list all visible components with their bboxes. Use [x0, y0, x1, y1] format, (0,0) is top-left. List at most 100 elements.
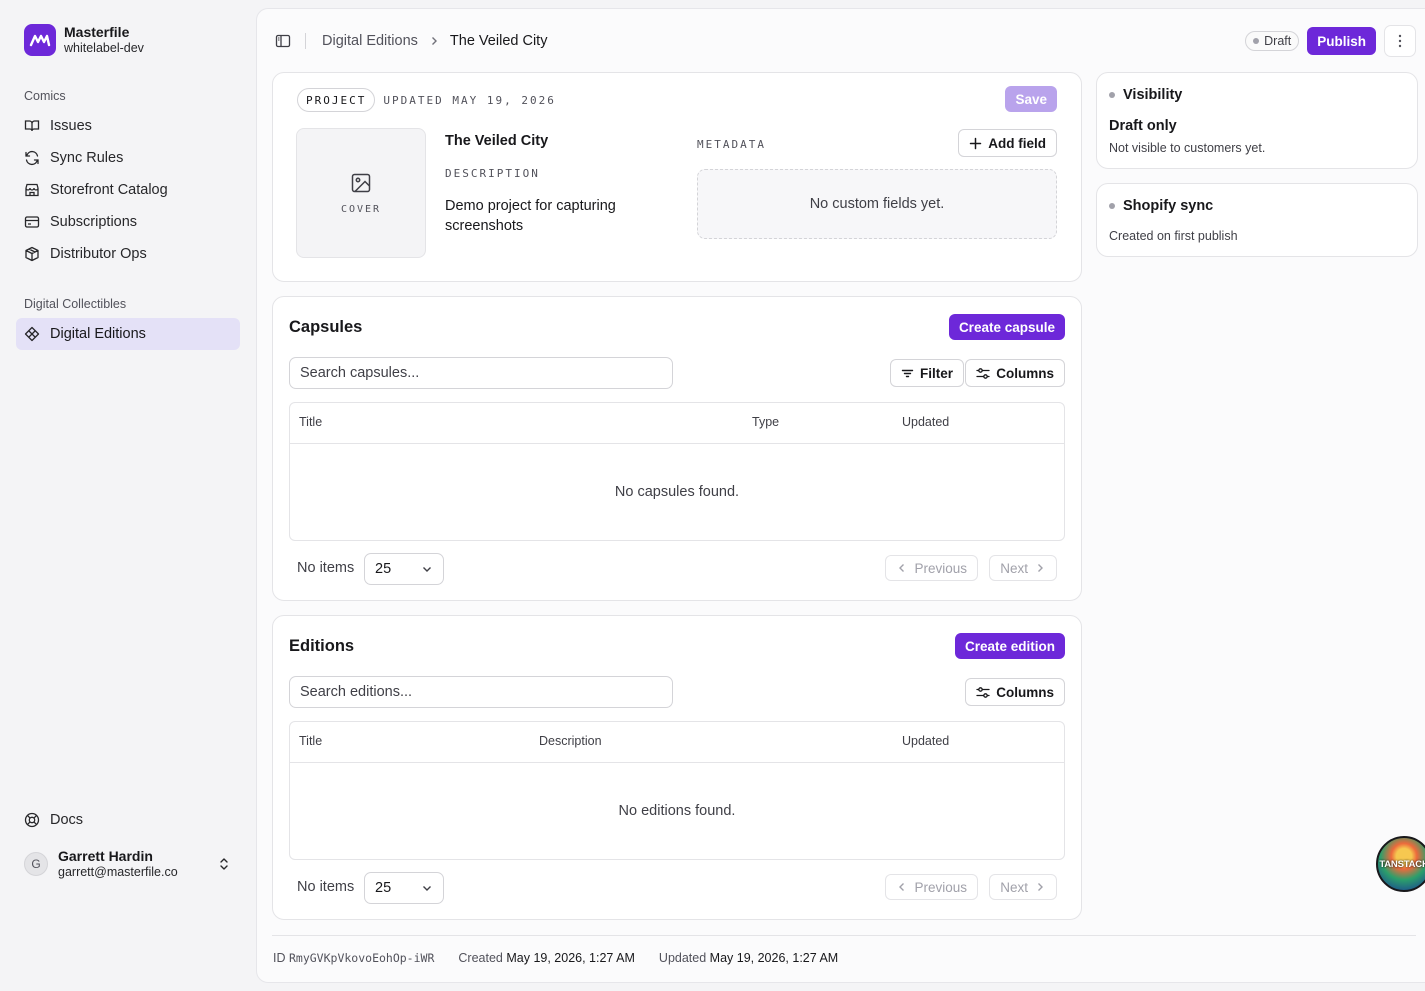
- visibility-title: Visibility: [1109, 87, 1182, 103]
- chevron-right-icon: [1038, 883, 1043, 891]
- topbar: Digital Editions The Veiled City Draft P…: [257, 9, 1425, 73]
- metadata-empty: No custom fields yet.: [697, 169, 1057, 239]
- sliders-icon: [976, 686, 990, 698]
- refresh-icon: [25, 150, 39, 166]
- devtools-label: TANSTACK: [1379, 858, 1425, 870]
- status-badge: Draft: [1245, 31, 1300, 51]
- sidebar-item-storefront-catalog[interactable]: Storefront Catalog: [16, 174, 240, 206]
- columns-button[interactable]: Columns: [965, 678, 1065, 706]
- capsules-search-input[interactable]: [289, 357, 673, 389]
- more-options-button[interactable]: [1384, 25, 1416, 57]
- tanstack-logo-icon: TANSTACK: [1376, 836, 1425, 892]
- breadcrumb-link[interactable]: Digital Editions: [322, 33, 418, 49]
- book-open-icon: [24, 120, 40, 132]
- sidebar-toggle-icon[interactable]: [275, 33, 291, 49]
- nav-group-title: Comics: [24, 89, 66, 103]
- avatar: G: [24, 852, 48, 876]
- top-actions: Draft Publish: [1245, 25, 1416, 57]
- save-button[interactable]: Save: [1005, 86, 1057, 112]
- sidebar-item-distributor-ops[interactable]: Distributor Ops: [16, 238, 240, 270]
- column-header-updated[interactable]: Updated: [902, 734, 949, 748]
- columns-button[interactable]: Columns: [965, 359, 1065, 387]
- record-id: ID RmyGVKpVkovoEohOp-iWR: [273, 951, 435, 965]
- column-header-type[interactable]: Type: [752, 415, 779, 429]
- breadcrumb: Digital Editions The Veiled City: [275, 29, 547, 53]
- add-field-label: Add field: [988, 135, 1046, 151]
- sidebar-item-label: Distributor Ops: [50, 246, 147, 262]
- sidebar-item-subscriptions[interactable]: Subscriptions: [16, 206, 240, 238]
- brand-org: whitelabel-dev: [64, 41, 144, 55]
- editions-title: Editions: [289, 637, 355, 655]
- empty-state: No editions found.: [618, 803, 736, 819]
- page-size-select[interactable]: 25: [364, 872, 444, 904]
- previous-page-button[interactable]: Previous: [885, 874, 978, 900]
- shopify-sync-note: Created on first publish: [1109, 229, 1238, 243]
- next-page-button[interactable]: Next: [989, 555, 1057, 581]
- main-panel: Digital Editions The Veiled City Draft P…: [256, 8, 1425, 983]
- chevron-left-icon: [899, 883, 905, 891]
- editions-card: Editions Create edition Columns Title De…: [272, 615, 1082, 920]
- sidebar-item-docs[interactable]: Docs: [16, 804, 240, 836]
- sidebar-item-sync-rules[interactable]: Sync Rules: [16, 142, 240, 174]
- sidebar-item-label: Sync Rules: [50, 150, 124, 166]
- project-title[interactable]: The Veiled City: [445, 133, 548, 149]
- plus-icon: [970, 137, 982, 149]
- item-count: No items: [297, 879, 355, 895]
- project-description[interactable]: Demo project for capturing screenshots: [445, 196, 655, 236]
- metadata-heading: METADATA: [697, 138, 766, 151]
- diamond-icon: [24, 326, 40, 342]
- cover-label: COVER: [340, 203, 382, 215]
- column-header-updated[interactable]: Updated: [902, 415, 949, 429]
- sidebar-item-issues[interactable]: Issues: [16, 110, 240, 142]
- divider: [305, 33, 306, 49]
- chevron-down-icon: [423, 567, 431, 572]
- status-dot-icon: [1109, 92, 1115, 98]
- table-header: Title Type Updated: [290, 403, 1064, 444]
- nav-group-title: Digital Collectibles: [24, 297, 127, 311]
- nav-group-comics: Comics Issues Sync Rules Storefront Cata…: [16, 86, 240, 270]
- user-name: Garrett Hardin: [58, 848, 153, 864]
- create-edition-button[interactable]: Create edition: [954, 633, 1065, 659]
- next-label: Next: [1000, 560, 1028, 576]
- editions-table: Title Description Updated No editions fo…: [289, 721, 1065, 860]
- editions-search-input[interactable]: [289, 676, 673, 708]
- sidebar-footer: Docs G Garrett Hardin garrett@masterfile…: [16, 804, 240, 884]
- devtools-toggle[interactable]: TANSTACK: [1376, 836, 1425, 892]
- previous-page-button[interactable]: Previous: [885, 555, 978, 581]
- status-dot-icon: [1109, 203, 1115, 209]
- sidebar-item-digital-editions[interactable]: Digital Editions: [16, 318, 240, 350]
- user-menu[interactable]: G Garrett Hardin garrett@masterfile.co: [16, 844, 240, 884]
- add-field-button[interactable]: Add field: [958, 129, 1057, 157]
- page-size-select[interactable]: 25: [364, 553, 444, 585]
- publish-button[interactable]: Publish: [1307, 27, 1376, 55]
- status-dot-icon: [1253, 38, 1260, 44]
- filter-button[interactable]: Filter: [889, 359, 964, 387]
- sidebar: Masterfile whitelabel-dev Comics Issues …: [0, 0, 256, 991]
- next-label: Next: [1000, 879, 1028, 895]
- nav-group-digital-collectibles: Digital Collectibles Digital Editions: [16, 294, 240, 350]
- workspace-switcher[interactable]: Masterfile whitelabel-dev: [24, 24, 144, 56]
- empty-state: No capsules found.: [614, 484, 740, 500]
- filter-icon: [901, 369, 914, 377]
- cover-upload[interactable]: COVER: [296, 128, 426, 258]
- chevrons-up-down-icon: [220, 858, 228, 870]
- next-page-button[interactable]: Next: [989, 874, 1057, 900]
- breadcrumb-current: The Veiled City: [449, 33, 548, 49]
- column-header-title[interactable]: Title: [299, 734, 322, 748]
- divider: [272, 935, 1416, 936]
- page-size-value: 25: [375, 561, 392, 577]
- masterfile-logo-icon: [24, 24, 56, 56]
- sidebar-item-label: Storefront Catalog: [50, 182, 168, 198]
- updated-label: UPDATED MAY 19, 2026: [383, 93, 556, 107]
- capsules-title: Capsules: [289, 318, 363, 336]
- previous-label: Previous: [914, 560, 967, 576]
- create-capsule-button[interactable]: Create capsule: [948, 314, 1065, 340]
- chevron-right-icon: [428, 35, 440, 47]
- column-header-title[interactable]: Title: [299, 415, 322, 429]
- filter-label: Filter: [919, 365, 953, 381]
- project-tag: PROJECT: [297, 88, 376, 112]
- record-updated: Updated May 19, 2026, 1:27 AM: [658, 951, 839, 965]
- image-icon: [351, 173, 371, 192]
- column-header-description[interactable]: Description: [539, 734, 602, 748]
- package-icon: [25, 246, 39, 262]
